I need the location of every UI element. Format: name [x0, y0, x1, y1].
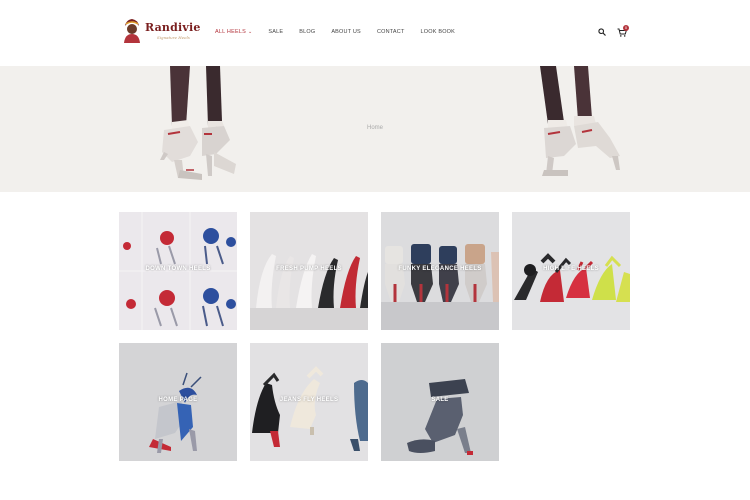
category-tile-home-page[interactable]: HOME PAGE [119, 343, 237, 461]
nav-item-all-heels[interactable]: ALL HEELS ⌄ [215, 29, 252, 35]
chevron-down-icon: ⌄ [247, 29, 253, 35]
nav-item-look-book[interactable]: LOOK BOOK [421, 29, 456, 35]
category-tile-sale[interactable]: SALE [381, 343, 499, 461]
brand-tagline: Signature Heels [157, 35, 190, 40]
brand-name: Randivie [145, 21, 201, 34]
category-tile-down-town-heels[interactable]: DOWN TOWN HEELS [119, 212, 237, 330]
nav-item-blog[interactable]: BLOG [299, 29, 315, 35]
category-label: HIGH LIFE HEELS [543, 266, 599, 272]
breadcrumb[interactable]: Home [0, 125, 750, 131]
category-label: JEANS FLY HEELS [279, 397, 339, 403]
nav-item-about-us[interactable]: ABOUT US [331, 29, 361, 35]
category-tile-funky-elegance-heels[interactable]: FUNKY ELEGANCE HEELS [381, 212, 499, 330]
nav-item-label: ALL HEELS [215, 29, 246, 35]
category-label: SALE [431, 397, 449, 403]
hero-banner: Home [0, 66, 750, 192]
category-label: DOWN TOWN HEELS [145, 266, 211, 272]
category-tile-high-life-heels[interactable]: HIGH LIFE HEELS [512, 212, 630, 330]
main-nav: ALL HEELS ⌄ SALE BLOG ABOUT US CONTACT LO… [215, 29, 471, 35]
category-label: FRESH PUMP HEELS [276, 266, 342, 272]
cart-count-badge: 0 [623, 25, 629, 31]
brand-logo[interactable]: Randivie Signature Heels [121, 16, 200, 46]
hero-legs-image [540, 66, 620, 176]
category-label: FUNKY ELEGANCE HEELS [398, 266, 482, 272]
search-icon[interactable] [598, 28, 606, 36]
category-tile-jeans-fly-heels[interactable]: JEANS FLY HEELS [250, 343, 368, 461]
nav-item-contact[interactable]: CONTACT [377, 29, 405, 35]
logo-emblem-icon [124, 19, 140, 43]
category-label: HOME PAGE [158, 397, 198, 403]
category-tile-fresh-pump-heels[interactable]: FRESH PUMP HEELS [250, 212, 368, 330]
nav-item-sale[interactable]: SALE [268, 29, 283, 35]
site-header: Randivie Signature Heels ALL HEELS ⌄ SALE… [0, 0, 750, 66]
